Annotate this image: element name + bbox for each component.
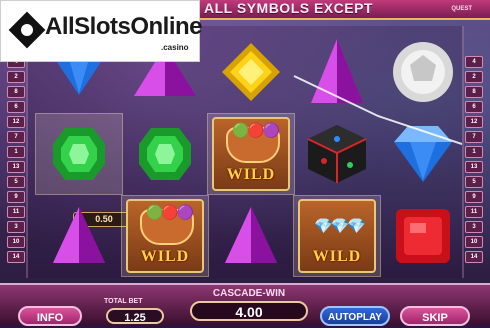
payline-marker[interactable]: 12 [7, 116, 25, 128]
site-logo: AllSlotsOnline .casino [0, 0, 203, 62]
payline-marker[interactable]: 8 [7, 86, 25, 98]
autoplay-button[interactable]: AUTOPLAY [320, 306, 390, 326]
banner-text: ALL SYMBOLS EXCEPT [204, 0, 373, 16]
payline-marker[interactable]: 5 [7, 176, 25, 188]
payline-marker[interactable]: 12 [465, 116, 483, 128]
payline-indicators-right: 4 2 8 6 12 7 1 13 5 9 11 3 10 14 [465, 56, 483, 266]
payline-marker[interactable]: 7 [465, 131, 483, 143]
payline-marker[interactable]: 1 [465, 146, 483, 158]
info-button[interactable]: INFO [18, 306, 82, 326]
payline-marker[interactable]: 11 [465, 206, 483, 218]
logo-diamond-icon [8, 11, 46, 49]
payline-marker[interactable]: 13 [465, 161, 483, 173]
winning-payline [293, 75, 462, 145]
payline-marker[interactable]: 3 [7, 221, 25, 233]
payline-marker[interactable]: 6 [7, 101, 25, 113]
payline-marker[interactable]: 10 [7, 236, 25, 248]
payline-marker[interactable]: 6 [465, 101, 483, 113]
quest-label[interactable]: QUEST [451, 6, 472, 12]
payline-marker[interactable]: 3 [465, 221, 483, 233]
payline-marker[interactable]: 2 [7, 71, 25, 83]
total-bet-value[interactable]: 1.25 [106, 308, 164, 324]
payline-marker[interactable]: 7 [7, 131, 25, 143]
payline-marker[interactable]: 13 [7, 161, 25, 173]
payline-marker[interactable]: 4 [465, 56, 483, 68]
logo-tld: .casino [161, 43, 189, 52]
logo-brand: AllSlotsOnline [45, 13, 203, 40]
payline-marker[interactable]: 11 [7, 206, 25, 218]
payline-marker[interactable]: 9 [7, 191, 25, 203]
payline-marker[interactable]: 14 [7, 251, 25, 263]
payline-indicators-left: 4 2 8 6 12 7 1 13 5 9 11 3 10 14 [7, 56, 25, 266]
quest-banner: ALL SYMBOLS EXCEPT QUEST [196, 0, 490, 20]
payline-marker[interactable]: 8 [465, 86, 483, 98]
skip-button[interactable]: SKIP [400, 306, 470, 326]
payline-marker[interactable]: 2 [465, 71, 483, 83]
payline-marker[interactable]: 10 [465, 236, 483, 248]
payline-marker[interactable]: 9 [465, 191, 483, 203]
cascade-win-value: 4.00 [190, 301, 308, 321]
reel-grid: 0.50 🟢🔴🟣 WILD 🟢🔴🟣 WILD 💎💎💎 WILD [26, 26, 464, 278]
cascade-win-label: CASCADE-WIN [212, 288, 286, 299]
payline-marker[interactable]: 5 [465, 176, 483, 188]
payline-marker[interactable]: 1 [7, 146, 25, 158]
total-bet-label: TOTAL BET [104, 298, 143, 305]
payline-marker[interactable]: 14 [465, 251, 483, 263]
